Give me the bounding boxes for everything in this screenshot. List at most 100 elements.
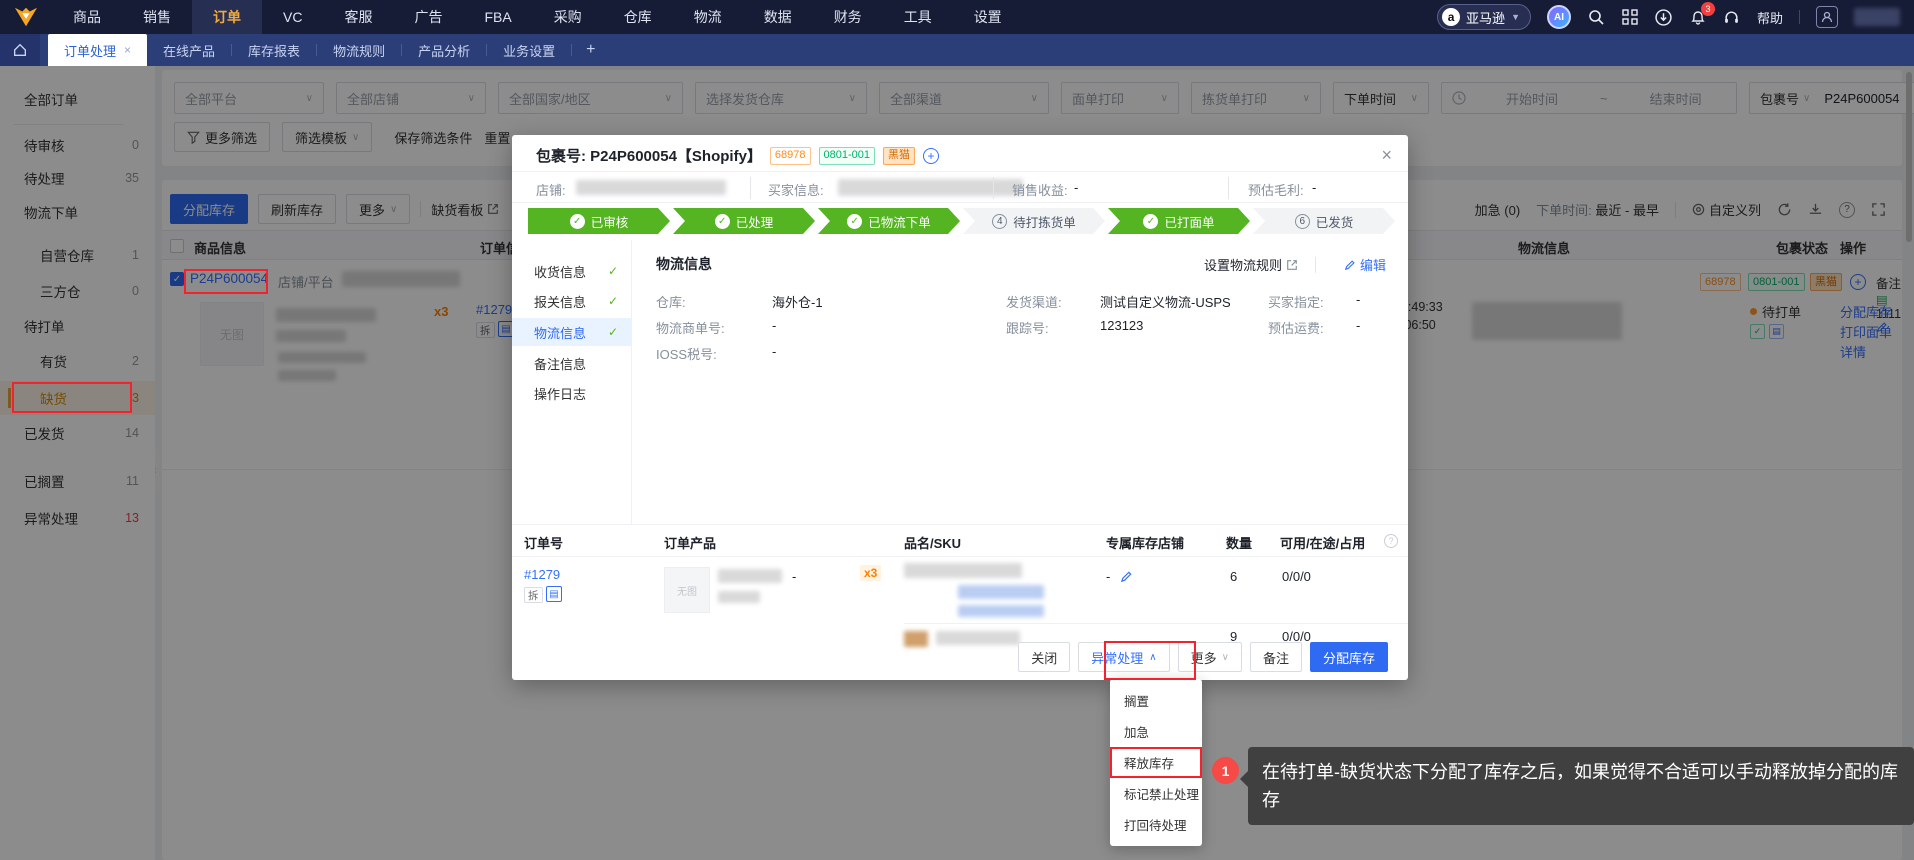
tab-logistics-rules[interactable]: 物流规则: [317, 37, 401, 63]
nav-item-sales[interactable]: 销售: [122, 0, 192, 34]
app-logo[interactable]: [0, 5, 52, 29]
step-label: 已发货: [1315, 215, 1354, 230]
divider: [1315, 257, 1316, 273]
annotation-box-sidebar-oos: [12, 382, 132, 413]
check-icon: ✓: [715, 214, 730, 229]
edit-pencil-icon[interactable]: [1120, 570, 1133, 583]
marketplace-switcher[interactable]: a 亚马逊 ▼: [1437, 4, 1531, 30]
store-label: 店铺:: [536, 183, 566, 198]
col-order-product: 订单产品: [664, 536, 717, 551]
step-label: 已物流下单: [868, 215, 931, 230]
nav-item-finance[interactable]: 财务: [813, 0, 883, 34]
package-tag: 黑猫: [883, 146, 916, 165]
step-processed: ✓ 已处理: [673, 208, 815, 234]
nav-label: 备注信息: [534, 356, 587, 372]
nav-item-purchase[interactable]: 采购: [533, 0, 603, 34]
order-number-link[interactable]: #1279: [524, 567, 560, 582]
nav-item-fba[interactable]: FBA: [463, 0, 532, 34]
nav-logistics-info[interactable]: 物流信息 ✓: [512, 318, 632, 346]
nav-item-ads[interactable]: 广告: [393, 0, 463, 34]
divider: [1228, 177, 1229, 199]
ioss-label: IOSS税号:: [656, 347, 717, 362]
check-icon: ✓: [607, 264, 618, 278]
check-icon: ✓: [1143, 214, 1158, 229]
add-tag-icon[interactable]: +: [923, 147, 940, 164]
close-tab-icon[interactable]: ×: [124, 43, 131, 57]
add-tab-button[interactable]: +: [572, 41, 609, 59]
nav-item-warehouse[interactable]: 仓库: [603, 0, 673, 34]
menu-item-forbid-process[interactable]: 标记禁止处理: [1110, 778, 1202, 809]
nav-item-logistics[interactable]: 物流: [673, 0, 743, 34]
tab-order-processing[interactable]: 订单处理 ×: [48, 34, 148, 66]
modal-title: 包裹号: P24P600054【Shopify】: [536, 148, 762, 165]
nav-customs-info[interactable]: 报关信息 ✓: [512, 287, 632, 315]
help-link[interactable]: 帮助: [1757, 8, 1783, 27]
col-sku: 品名/SKU: [904, 536, 962, 551]
order-note-icon[interactable]: ▤: [546, 586, 562, 602]
product-title-redacted: [718, 569, 782, 583]
user-avatar[interactable]: [1816, 6, 1838, 28]
annotation-box-package-link: [184, 269, 268, 294]
chevron-down-icon: ∨: [1221, 651, 1229, 663]
tab-label: 订单处理: [64, 43, 117, 59]
nav-remark-info[interactable]: 备注信息: [512, 349, 632, 377]
set-logistics-rule-link[interactable]: 设置物流规则: [1204, 255, 1298, 274]
nav-label: 操作日志: [534, 386, 587, 402]
tab-label: 业务设置: [503, 43, 556, 59]
download-center-icon[interactable]: [1655, 8, 1673, 26]
home-tab-button[interactable]: [0, 34, 40, 66]
edit-logistics-button[interactable]: 编辑: [1344, 255, 1386, 274]
tab-business-settings[interactable]: 业务设置: [487, 37, 571, 63]
search-icon[interactable]: [1587, 8, 1605, 26]
link-label: 编辑: [1359, 258, 1386, 273]
divider: [750, 177, 751, 199]
sku-redacted: [904, 563, 1022, 578]
menu-item-release-stock[interactable]: 释放库存: [1110, 747, 1202, 778]
remark-button[interactable]: 备注: [1249, 642, 1302, 672]
tab-label: 物流规则: [333, 43, 386, 59]
notifications-bell-icon[interactable]: 3: [1689, 2, 1715, 26]
tab-online-products[interactable]: 在线产品: [147, 37, 231, 63]
username-redacted: [1854, 8, 1900, 26]
home-icon: [14, 43, 26, 56]
nav-item-orders[interactable]: 订单: [192, 0, 262, 34]
nav-item-vc[interactable]: VC: [262, 0, 323, 34]
apps-grid-icon[interactable]: [1621, 8, 1639, 26]
nav-item-tools[interactable]: 工具: [883, 0, 953, 34]
tab-product-analysis[interactable]: 产品分析: [402, 37, 486, 63]
support-headset-icon[interactable]: [1723, 8, 1741, 26]
menu-item-hold[interactable]: 搁置: [1110, 685, 1202, 716]
nav-item-service[interactable]: 客服: [323, 0, 393, 34]
nav-receiving-info[interactable]: 收货信息 ✓: [512, 257, 632, 285]
col-order-no: 订单号: [524, 536, 564, 551]
channel-value: 测试自定义物流-USPS: [1100, 295, 1231, 310]
menu-item-return-pending[interactable]: 打回待处理: [1110, 809, 1202, 840]
nav-operation-log[interactable]: 操作日志: [512, 379, 632, 407]
tab-label: 在线产品: [163, 43, 216, 59]
nav-label: 报关信息: [534, 294, 587, 310]
nav-item-settings[interactable]: 设置: [953, 0, 1023, 34]
package-info-strip: 店铺: 买家信息: 销售收益: - 预估毛利: -: [512, 171, 1408, 203]
close-button[interactable]: 关闭: [1018, 642, 1071, 672]
nav-item-data[interactable]: 数据: [743, 0, 813, 34]
tab-label: 产品分析: [418, 43, 471, 59]
modal-close-icon[interactable]: ×: [1381, 145, 1392, 166]
step-number: 4: [992, 214, 1007, 229]
allocate-stock-button[interactable]: 分配库存: [1309, 642, 1388, 672]
menu-item-urgent[interactable]: 加急: [1110, 716, 1202, 747]
tab-inventory-report[interactable]: 库存报表: [232, 37, 316, 63]
package-tag: 0801-001: [818, 146, 876, 165]
nav-item-products[interactable]: 商品: [52, 0, 122, 34]
check-icon: ✓: [847, 214, 862, 229]
check-icon: ✓: [607, 325, 618, 339]
check-icon: ✓: [607, 294, 618, 308]
ai-assistant-button[interactable]: AI: [1546, 5, 1571, 29]
divider: [993, 177, 994, 199]
step-label: 待打拣货单: [1013, 215, 1076, 230]
package-tag: 68978: [769, 146, 811, 165]
stock-value: 0/0/0: [1282, 569, 1311, 584]
modal-footer: 关闭 异常处理 ∧ 更多 ∨ 备注 分配库存: [512, 642, 1408, 672]
package-progress-steps: ✓ 已审核 ✓ 已处理 ✓ 已物流下单 4 待打拣货单 ✓ 已打面单 6 已发货: [528, 208, 1395, 234]
revenue-value: -: [1074, 180, 1079, 195]
help-question-icon[interactable]: ?: [1384, 534, 1398, 548]
